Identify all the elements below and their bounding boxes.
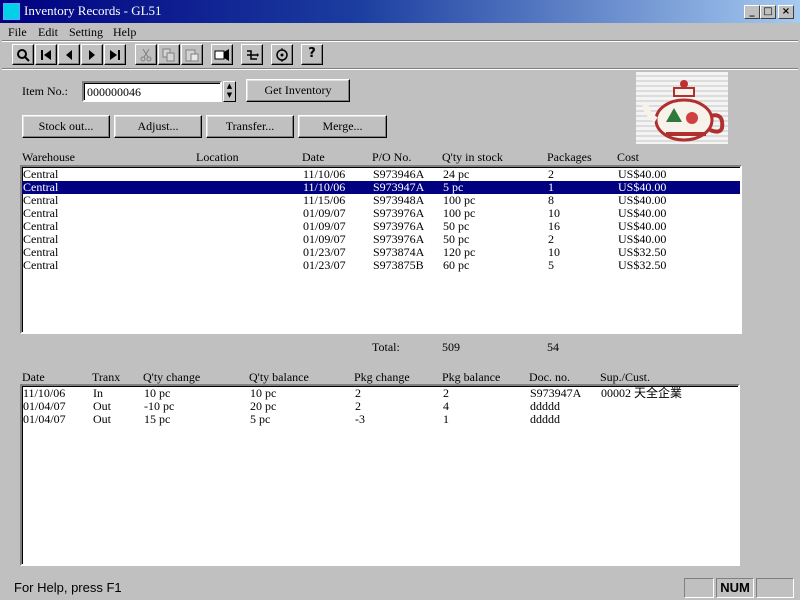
merge-button[interactable]: Merge...	[298, 115, 387, 138]
transaction-row[interactable]: 11/10/06 In 10 pc 10 pc 2 2 S973947A 00002 天全企業	[22, 387, 738, 400]
merge-icon[interactable]	[241, 44, 263, 65]
tx-header-tranx[interactable]: Tranx	[92, 370, 120, 385]
transfer-button[interactable]: Transfer...	[206, 115, 294, 138]
total-qty: 509	[442, 340, 460, 354]
adjust-button[interactable]: Adjust...	[114, 115, 202, 138]
next-record-icon[interactable]	[81, 44, 103, 65]
stock-cell: S973875B	[373, 258, 424, 272]
status-panel-scroll	[756, 578, 794, 598]
stock-cell: 5	[548, 258, 554, 272]
search-icon[interactable]	[12, 44, 34, 65]
stock-cell: 01/23/07	[303, 258, 346, 272]
transaction-cell: 15 pc	[144, 412, 171, 426]
close-button[interactable]: ×	[778, 5, 794, 19]
stock-row[interactable]: Central 01/23/07 S973875B 60 pc 5 US$32.50	[22, 259, 740, 272]
col-header-po-no[interactable]: P/O No.	[372, 150, 411, 165]
app-icon	[3, 3, 20, 20]
menu-setting[interactable]: Setting	[69, 25, 103, 40]
first-record-icon[interactable]	[35, 44, 57, 65]
total-packages: 54	[547, 340, 559, 354]
paste-icon[interactable]	[181, 44, 203, 65]
stock-cell: Central	[23, 258, 59, 272]
col-header-cost[interactable]: Cost	[617, 150, 639, 165]
title-bar[interactable]: Inventory Records - GL51 _ □ ×	[0, 0, 800, 23]
status-panel-num: NUM	[716, 578, 754, 598]
stock-cell: US$32.50	[618, 258, 667, 272]
col-header-warehouse[interactable]: Warehouse	[22, 150, 75, 165]
transaction-cell: 1	[443, 412, 449, 426]
tx-header-date[interactable]: Date	[22, 370, 45, 385]
get-inventory-button[interactable]: Get Inventory	[246, 79, 350, 102]
tx-header-doc-no[interactable]: Doc. no.	[529, 370, 570, 385]
minimize-button[interactable]: _	[744, 5, 760, 19]
menu-bar: File Edit Setting Help	[0, 23, 800, 41]
status-bar: For Help, press F1 NUM	[0, 576, 800, 600]
help-icon[interactable]: ?	[301, 44, 323, 65]
options-icon[interactable]	[271, 44, 293, 65]
tx-header-pkg-balance[interactable]: Pkg balance	[442, 370, 500, 385]
status-help-text: For Help, press F1	[14, 580, 122, 595]
transaction-cell: 01/04/07	[23, 412, 66, 426]
window-title: Inventory Records - GL51	[24, 3, 162, 18]
col-header-date[interactable]: Date	[302, 150, 325, 165]
item-no-field[interactable]: 000000046	[82, 81, 222, 102]
product-image	[636, 72, 728, 144]
stock-out-button[interactable]: Stock out...	[22, 115, 110, 138]
col-header-location[interactable]: Location	[196, 150, 239, 165]
menu-help[interactable]: Help	[113, 25, 136, 40]
total-label: Total:	[372, 340, 400, 354]
col-header-packages[interactable]: Packages	[547, 150, 592, 165]
status-panel-caps	[684, 578, 714, 598]
tx-header-pkg-change[interactable]: Pkg change	[354, 370, 410, 385]
toolbar-bottom-divider	[2, 68, 798, 70]
transaction-cell: 5 pc	[250, 412, 271, 426]
previous-record-icon[interactable]	[58, 44, 80, 65]
toolbar-divider	[2, 40, 798, 42]
menu-file[interactable]: File	[8, 25, 27, 40]
transaction-cell: -3	[355, 412, 365, 426]
transaction-row[interactable]: 01/04/07 Out -10 pc 20 pc 2 4 ddddd	[22, 400, 738, 413]
tx-header-qty-change[interactable]: Q'ty change	[143, 370, 200, 385]
menu-edit[interactable]: Edit	[38, 25, 58, 40]
item-no-spinner[interactable]: ▲ ▼	[223, 81, 236, 102]
print-preview-icon[interactable]	[211, 44, 233, 65]
col-header-qty-in-stock[interactable]: Q'ty in stock	[442, 150, 503, 165]
transaction-cell: ddddd	[530, 412, 560, 426]
transaction-list[interactable]: 11/10/06 In 10 pc 10 pc 2 2 S973947A 00002 天全企業…	[20, 384, 740, 566]
last-record-icon[interactable]	[104, 44, 126, 65]
tx-header-qty-balance[interactable]: Q'ty balance	[249, 370, 309, 385]
transaction-cell: Out	[93, 412, 111, 426]
copy-icon[interactable]	[158, 44, 180, 65]
transaction-cell: 00002 天全企業	[601, 386, 683, 400]
cut-icon[interactable]	[135, 44, 157, 65]
stock-cell: 60 pc	[443, 258, 470, 272]
maximize-button[interactable]: □	[760, 5, 776, 19]
transaction-row[interactable]: 01/04/07 Out 15 pc 5 pc -3 1 ddddd	[22, 413, 738, 426]
tx-header-sup-cust[interactable]: Sup./Cust.	[600, 370, 650, 385]
item-no-label: Item No.:	[22, 84, 68, 98]
stock-list[interactable]: Central 11/10/06 S973946A 24 pc 2 US$40.00 Cen…	[20, 165, 742, 334]
